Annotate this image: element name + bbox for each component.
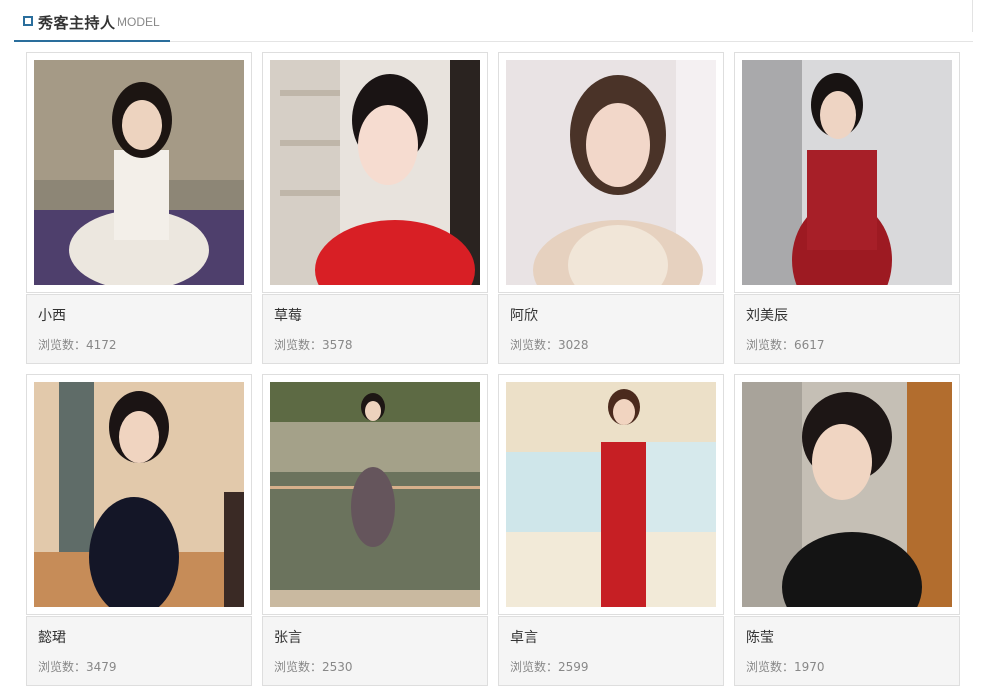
model-info: 小西 浏览数：4172 (26, 294, 252, 364)
model-name[interactable]: 小西 (38, 305, 66, 325)
view-count: 浏览数：1970 (746, 660, 825, 674)
model-info: 陈莹 浏览数：1970 (734, 616, 960, 686)
model-info: 阿欣 浏览数：3028 (498, 294, 724, 364)
section-tab[interactable]: 秀客主持人 MODEL (14, 0, 170, 42)
model-photo[interactable] (742, 60, 952, 285)
photo-frame (26, 52, 252, 293)
model-photo[interactable] (34, 60, 244, 285)
view-count: 浏览数：3578 (274, 338, 353, 352)
view-count: 浏览数：6617 (746, 338, 825, 352)
photo-frame (262, 52, 488, 293)
photo-frame (734, 374, 960, 615)
square-icon (23, 16, 33, 26)
model-photo[interactable] (34, 382, 244, 607)
model-card[interactable]: 小西 浏览数：4172 (26, 52, 252, 364)
model-name[interactable]: 草莓 (274, 305, 302, 325)
photo-frame (26, 374, 252, 615)
photo-frame (498, 374, 724, 615)
model-info: 卓言 浏览数：2599 (498, 616, 724, 686)
section-header: 秀客主持人 MODEL (14, 0, 973, 42)
view-count: 浏览数：4172 (38, 338, 117, 352)
view-count: 浏览数：3028 (510, 338, 589, 352)
model-photo[interactable] (270, 60, 480, 285)
view-count: 浏览数：2530 (274, 660, 353, 674)
model-photo[interactable] (742, 382, 952, 607)
model-card[interactable]: 张言 浏览数：2530 (262, 374, 488, 686)
model-card[interactable]: 卓言 浏览数：2599 (498, 374, 724, 686)
model-name[interactable]: 阿欣 (510, 305, 538, 325)
model-name[interactable]: 陈莹 (746, 627, 774, 647)
view-count: 浏览数：3479 (38, 660, 117, 674)
model-photo[interactable] (506, 382, 716, 607)
photo-frame (734, 52, 960, 293)
model-card[interactable]: 懿珺 浏览数：3479 (26, 374, 252, 686)
model-card[interactable]: 陈莹 浏览数：1970 (734, 374, 960, 686)
model-card[interactable]: 草莓 浏览数：3578 (262, 52, 488, 364)
model-info: 刘美辰 浏览数：6617 (734, 294, 960, 364)
model-info: 懿珺 浏览数：3479 (26, 616, 252, 686)
model-name[interactable]: 刘美辰 (746, 305, 788, 325)
model-photo[interactable] (270, 382, 480, 607)
model-card[interactable]: 刘美辰 浏览数：6617 (734, 52, 960, 364)
photo-frame (262, 374, 488, 615)
model-name[interactable]: 卓言 (510, 627, 538, 647)
model-name[interactable]: 懿珺 (38, 627, 66, 647)
section-title: 秀客主持人 (38, 14, 116, 32)
model-photo[interactable] (506, 60, 716, 285)
model-name[interactable]: 张言 (274, 627, 302, 647)
model-info: 张言 浏览数：2530 (262, 616, 488, 686)
section-subtitle: MODEL (117, 15, 160, 29)
view-count: 浏览数：2599 (510, 660, 589, 674)
model-info: 草莓 浏览数：3578 (262, 294, 488, 364)
model-card[interactable]: 阿欣 浏览数：3028 (498, 52, 724, 364)
photo-frame (498, 52, 724, 293)
